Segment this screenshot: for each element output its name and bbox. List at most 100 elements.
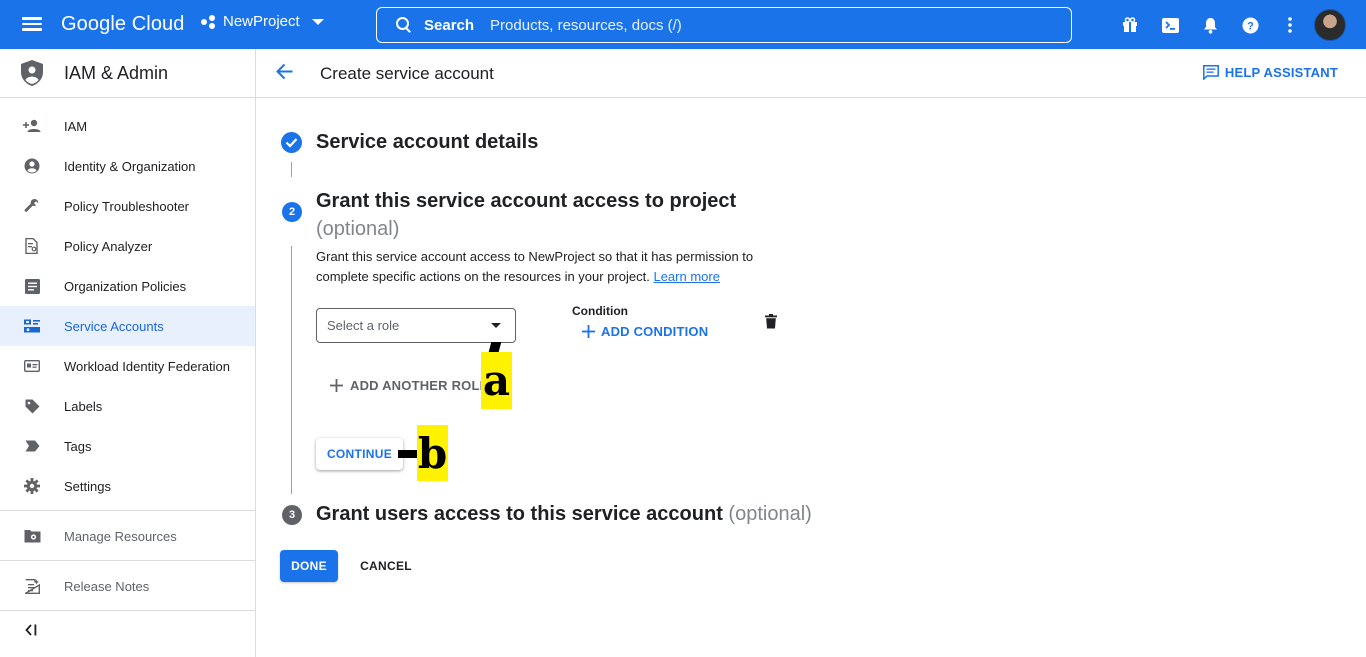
tag-icon (23, 437, 41, 455)
sidebar-item-label: Settings (64, 478, 111, 494)
sidebar-item-label: Organization Policies (64, 278, 187, 294)
sidebar-item-settings[interactable]: Settings (0, 466, 255, 506)
sidebar-item-label: IAM (64, 118, 88, 134)
sidebar-item-release-notes[interactable]: Release Notes (0, 566, 255, 606)
sidebar: IAM & Admin IAM Identity & Organization … (0, 49, 256, 657)
sidebar-item-organization-policies[interactable]: Organization Policies (0, 266, 255, 306)
step2-title-text: Grant this service account access to pro… (316, 190, 737, 212)
collapse-sidebar-icon[interactable] (24, 623, 37, 641)
marker-b: b (417, 425, 448, 481)
sidebar-item-labels[interactable]: Labels (0, 386, 255, 426)
google-cloud-logo[interactable]: Google Cloud (61, 13, 185, 36)
add-another-role-button[interactable]: ADD ANOTHER ROLE (330, 378, 489, 393)
top-app-bar: Google Cloud NewProject Search Products,… (0, 0, 1366, 49)
step2-description: Grant this service account access to New… (316, 247, 786, 287)
project-picker[interactable]: NewProject (201, 13, 324, 30)
marker-b-connector (398, 450, 418, 458)
role-select-placeholder: Select a role (327, 318, 400, 333)
plus-icon (330, 379, 343, 392)
sidebar-item-label: Service Accounts (64, 318, 164, 334)
sidebar-item-label: Policy Troubleshooter (64, 198, 190, 214)
help-assistant-label: HELP ASSISTANT (1224, 65, 1338, 80)
condition-label: Condition (572, 304, 628, 318)
id-card-icon (23, 357, 41, 375)
divider (0, 560, 255, 561)
help-icon[interactable]: ? (1240, 15, 1260, 35)
add-condition-button[interactable]: ADD CONDITION (582, 324, 708, 339)
more-vert-icon[interactable] (1280, 15, 1300, 35)
help-assistant-button[interactable]: HELP ASSISTANT (1202, 65, 1338, 80)
step3-title[interactable]: Grant users access to this service accou… (316, 503, 812, 526)
marker-a-connector (488, 342, 502, 352)
sidebar-header: IAM & Admin (0, 49, 255, 98)
step2-title: Grant this service account access to pro… (316, 187, 736, 243)
step1-title[interactable]: Service account details (316, 131, 538, 154)
account-circle-icon (23, 157, 41, 175)
service-account-icon (23, 317, 41, 335)
project-name: NewProject (223, 13, 300, 30)
shield-icon (21, 60, 43, 86)
avatar[interactable] (1314, 9, 1346, 41)
project-icon (201, 14, 217, 30)
sidebar-item-policy-analyzer[interactable]: Policy Analyzer (0, 226, 255, 266)
divider (0, 510, 255, 511)
feedback-icon (1202, 65, 1219, 80)
sidebar-item-iam[interactable]: IAM (0, 106, 255, 146)
sidebar-item-manage-resources[interactable]: Manage Resources (0, 516, 255, 556)
role-select[interactable]: Select a role (316, 308, 516, 343)
sidebar-item-workload-identity-federation[interactable]: Workload Identity Federation (0, 346, 255, 386)
step3-title-text: Grant users access to this service accou… (316, 503, 723, 525)
notifications-icon[interactable] (1200, 15, 1220, 35)
divider (0, 610, 255, 611)
search-bar[interactable]: Search Products, resources, docs (/) (376, 7, 1072, 43)
svg-text:?: ? (1247, 20, 1254, 32)
sidebar-item-label: Identity & Organization (64, 158, 196, 174)
sidebar-item-label: Policy Analyzer (64, 238, 153, 254)
search-icon (396, 17, 412, 33)
sidebar-item-label: Labels (64, 398, 103, 414)
page-header: Create service account HELP ASSISTANT (256, 49, 1366, 98)
step3-number: 3 (282, 505, 302, 525)
back-arrow-icon[interactable] (276, 63, 293, 85)
sidebar-item-label: Tags (64, 438, 92, 454)
label-icon (23, 397, 41, 415)
sidebar-item-tags[interactable]: Tags (0, 426, 255, 466)
search-placeholder: Products, resources, docs (/) (490, 16, 682, 34)
sidebar-item-service-accounts[interactable]: Service Accounts (0, 306, 255, 346)
continue-button[interactable]: CONTINUE (316, 438, 403, 470)
release-notes-icon (23, 577, 41, 595)
add-condition-label: ADD CONDITION (601, 324, 709, 339)
step2-optional: (optional) (316, 218, 400, 240)
gift-icon[interactable] (1120, 15, 1140, 35)
person-add-icon (23, 117, 41, 135)
done-button[interactable]: DONE (280, 550, 338, 582)
list-doc-icon (23, 277, 41, 295)
delete-icon[interactable] (765, 314, 777, 334)
sidebar-title: IAM & Admin (64, 62, 169, 83)
stepper-connector (291, 162, 292, 177)
plus-icon (582, 325, 595, 338)
dropdown-arrow-icon (491, 323, 501, 328)
learn-more-link[interactable]: Learn more (653, 269, 719, 284)
folder-gear-icon (23, 527, 41, 545)
sidebar-item-policy-troubleshooter[interactable]: Policy Troubleshooter (0, 186, 255, 226)
search-label: Search (424, 16, 475, 34)
chevron-down-icon (311, 18, 324, 25)
step2-number: 2 (282, 202, 302, 222)
page-title: Create service account (320, 64, 494, 83)
check-circle-icon (281, 132, 302, 153)
stepper-connector (291, 246, 292, 494)
cancel-button[interactable]: CANCEL (352, 550, 420, 582)
step3-optional: (optional) (728, 503, 812, 525)
cloud-shell-icon[interactable] (1160, 15, 1180, 35)
menu-icon[interactable] (20, 14, 44, 36)
sidebar-item-identity-organization[interactable]: Identity & Organization (0, 146, 255, 186)
wrench-icon (23, 197, 41, 215)
document-search-icon (23, 237, 41, 255)
sidebar-item-label: Manage Resources (64, 528, 177, 544)
sidebar-item-label: Release Notes (64, 578, 150, 594)
gear-icon (23, 477, 41, 495)
marker-a: a (481, 352, 512, 409)
add-another-role-label: ADD ANOTHER ROLE (350, 378, 489, 393)
sidebar-item-label: Workload Identity Federation (64, 358, 230, 374)
